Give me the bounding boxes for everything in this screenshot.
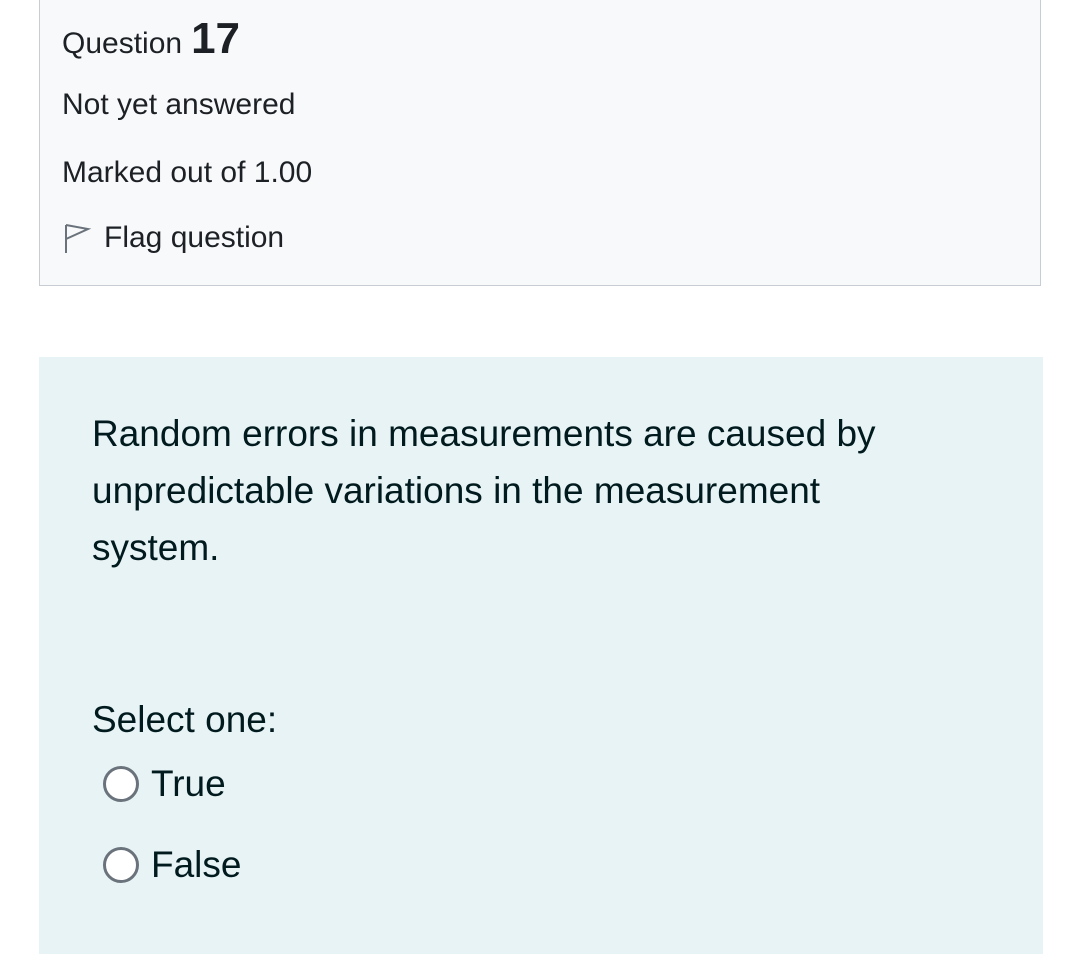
quiz-page: Question 17 Not yet answered Marked out …: [0, 0, 1069, 954]
question-info-panel: Question 17 Not yet answered Marked out …: [39, 0, 1041, 286]
question-text: Random errors in measurements are caused…: [92, 413, 876, 568]
flag-question-button[interactable]: Flag question: [62, 221, 284, 255]
flag-outline-icon: [62, 221, 92, 255]
answer-option-true[interactable]: True: [103, 763, 226, 805]
radio-button-false[interactable]: [103, 847, 139, 883]
radio-button-true[interactable]: [103, 766, 139, 802]
answer-label-true[interactable]: True: [151, 763, 226, 805]
question-state: Not yet answered: [62, 88, 296, 121]
question-word: Question: [62, 27, 183, 60]
question-heading: Question 17: [62, 14, 240, 64]
flag-question-label: Flag question: [104, 221, 285, 254]
select-one-prompt: Select one:: [92, 699, 278, 740]
question-grade: Marked out of 1.00: [62, 156, 313, 189]
question-number: 17: [191, 14, 241, 63]
answer-label-false[interactable]: False: [151, 844, 241, 886]
question-content-panel: Random errors in measurements are caused…: [39, 357, 1043, 954]
answer-option-false[interactable]: False: [103, 844, 241, 886]
